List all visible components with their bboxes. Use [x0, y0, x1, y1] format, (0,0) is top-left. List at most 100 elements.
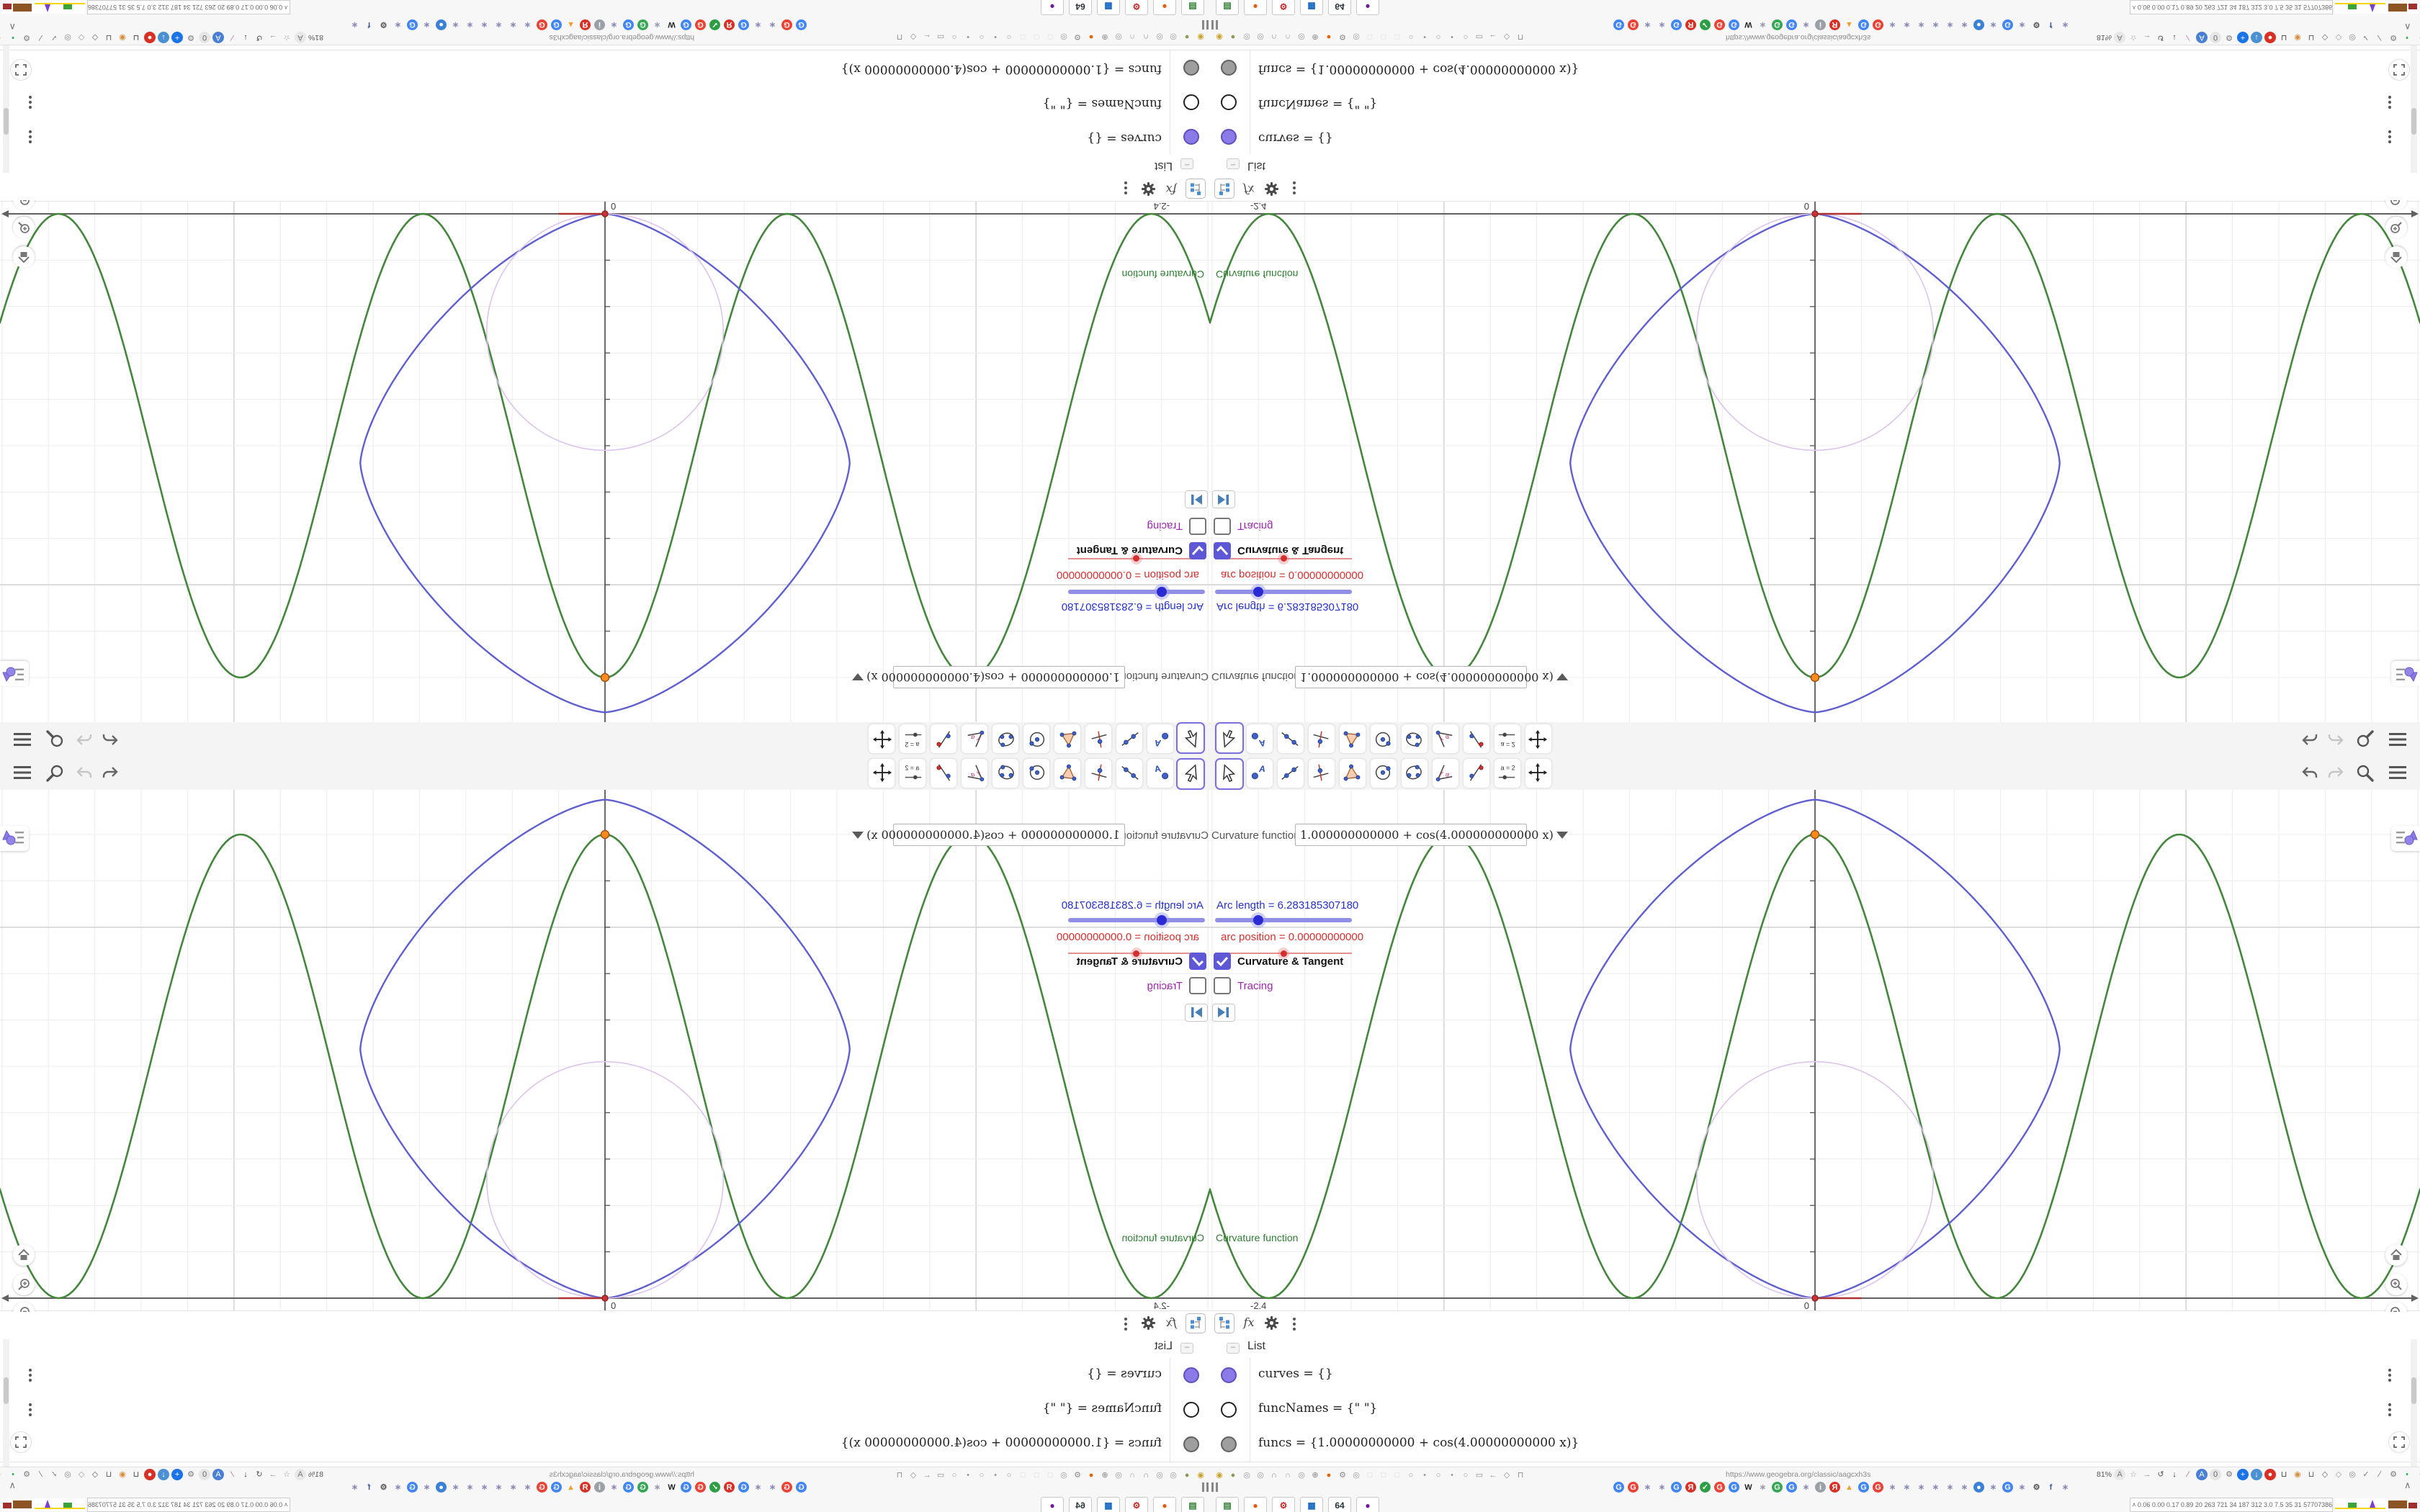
zoom-in-button[interactable] — [2385, 1274, 2407, 1295]
arc-length-slider-thumb[interactable] — [1250, 912, 1266, 928]
shield-icon[interactable]: ◇ — [2319, 1469, 2331, 1480]
ellipse-tool[interactable] — [1401, 758, 1428, 788]
row-menu-icon[interactable] — [2388, 1403, 2391, 1416]
flower-favicon[interactable]: ∗ — [1930, 1482, 1941, 1493]
visibility-toggle[interactable] — [1221, 1436, 1237, 1452]
pencil-icon[interactable]: ∕ — [2182, 1469, 2194, 1480]
pin-icon[interactable]: ◉ — [1214, 1470, 1225, 1481]
flower-favicon[interactable]: ∗ — [2060, 1482, 2071, 1493]
step-animation-button[interactable] — [1212, 1004, 1235, 1022]
flower-favicon[interactable]: ∗ — [1901, 1482, 1912, 1493]
dot-icon[interactable]: ○ — [1460, 1470, 1471, 1481]
back-arrow-icon[interactable]: ← — [1487, 1470, 1499, 1481]
gear-icon[interactable]: ⚙ — [2223, 1469, 2235, 1480]
home-button[interactable] — [2385, 1244, 2407, 1266]
storage-tab[interactable]: 64 — [1328, 1497, 1351, 1512]
globe-icon[interactable]: ◎ — [1350, 1470, 1362, 1481]
tool-icon[interactable]: ∕ — [2374, 1469, 2385, 1480]
google-favicon[interactable]: G — [1729, 1482, 1739, 1493]
scrollbar[interactable] — [2411, 1339, 2417, 1467]
flower-favicon[interactable]: ∗ — [1801, 1482, 1811, 1493]
plus-icon[interactable]: + — [2237, 1469, 2249, 1480]
reload-icon[interactable]: ↺ — [2155, 1469, 2166, 1480]
dot-icon[interactable]: • — [1419, 1470, 1430, 1481]
green-check-favicon[interactable]: ✓ — [1700, 1482, 1711, 1493]
gear-favicon[interactable]: ⚙ — [2031, 1482, 2042, 1493]
counter-pill-icon[interactable]: 0 — [2210, 1469, 2221, 1480]
google-favicon[interactable]: G — [1613, 1482, 1624, 1493]
flower-favicon[interactable]: ∗ — [2017, 1482, 2027, 1493]
fullscreen-button[interactable] — [2388, 1431, 2410, 1453]
dot-icon[interactable]: ○ — [1433, 1470, 1444, 1481]
polygon-tool[interactable] — [1339, 758, 1366, 788]
shield-icon[interactable]: ◇ — [2333, 1469, 2344, 1480]
zoom-level-badge[interactable]: 81% — [2097, 1470, 2112, 1479]
algebra-row-funcs[interactable]: funcs = {1.00000000000 + cos(4.000000000… — [1210, 1427, 2420, 1462]
globe-icon[interactable]: ◎ — [1255, 1470, 1266, 1481]
graphics-view[interactable]: -2.4 0 Curvature function Curvature funct… — [1210, 790, 2420, 1323]
google-favicon[interactable]: G — [1671, 1482, 1682, 1493]
globe-icon[interactable]: ◎ — [1241, 1470, 1252, 1481]
photo-favicon[interactable]: ▲ — [1844, 1482, 1855, 1493]
tree-view-icon[interactable] — [1214, 1313, 1234, 1333]
ghost-icon[interactable]: □ — [1364, 1470, 1376, 1481]
lock-icon[interactable]: ⊓ — [1515, 1470, 1526, 1481]
perpendicular-line-tool[interactable] — [1308, 758, 1335, 788]
google-favicon[interactable]: G — [1772, 1482, 1783, 1493]
more-options-icon[interactable] — [1293, 1318, 1296, 1331]
translate-icon[interactable]: A — [2114, 1469, 2125, 1480]
row-menu-icon[interactable] — [2388, 1369, 2391, 1382]
flower-favicon[interactable]: ∗ — [1642, 1482, 1653, 1493]
google-favicon[interactable]: G — [1858, 1482, 1869, 1493]
facebook-favicon[interactable]: f — [2045, 1482, 2056, 1493]
search-icon[interactable] — [2354, 762, 2375, 783]
notebook-tab[interactable]: ▤ — [1216, 1497, 1239, 1512]
collapse-list-button[interactable]: – — [1227, 1343, 1240, 1354]
function-dropdown[interactable]: 1.000000000000 + cos(4.000000000000 x) — [1295, 824, 1568, 846]
shield-icon[interactable]: ◇ — [1501, 1470, 1512, 1481]
google-favicon[interactable]: G — [1628, 1482, 1639, 1493]
flower-favicon[interactable]: ∗ — [1757, 1482, 1768, 1493]
ghost-icon[interactable]: □ — [1392, 1470, 1403, 1481]
bookmark-star-icon[interactable]: ☆ — [2128, 1469, 2139, 1480]
trash-icon[interactable]: ⊔ — [2278, 1469, 2290, 1480]
dot-icon[interactable]: ○ — [1405, 1470, 1417, 1481]
google-favicon[interactable]: G — [1873, 1482, 1883, 1493]
firefox-icon[interactable]: ● — [1323, 1470, 1335, 1481]
move-tool[interactable] — [1215, 758, 1244, 790]
address-bar-url[interactable]: https://www.geogebra.org/classic/aagcxh3… — [1726, 1470, 1906, 1479]
yandex-favicon[interactable]: Я — [1829, 1482, 1840, 1493]
display-tab[interactable]: ▦ — [1300, 1497, 1323, 1512]
forward-arrow-icon[interactable]: → — [2141, 1469, 2153, 1480]
list-all-tabs-icon[interactable]: ∧ — [2404, 1480, 2411, 1491]
bot-tab[interactable]: ● — [1356, 1497, 1379, 1512]
status-dot-icon[interactable]: • — [2401, 1469, 2413, 1480]
curvature-tangent-checkbox[interactable] — [1214, 953, 1231, 970]
google-favicon[interactable]: G — [1786, 1482, 1797, 1493]
arc-length-slider[interactable] — [1215, 918, 1352, 922]
settings-tab[interactable]: ⚙ — [1272, 1497, 1295, 1512]
gear-icon[interactable]: ⚙ — [1337, 1470, 1348, 1481]
algebra-row-funcnames[interactable]: funcNames = {" "} — [1210, 1392, 2420, 1428]
flower-favicon[interactable]: ∗ — [1657, 1482, 1667, 1493]
globe-icon[interactable]: ◎ — [1296, 1470, 1307, 1481]
wikipedia-favicon[interactable]: W — [1743, 1482, 1754, 1493]
circle-tool[interactable] — [1370, 758, 1397, 788]
redo-button[interactable] — [2325, 762, 2347, 783]
ghost-icon[interactable]: □ — [1378, 1470, 1389, 1481]
visibility-toggle[interactable] — [1221, 1402, 1237, 1418]
reflect-tool[interactable] — [1463, 758, 1490, 788]
tracing-checkbox[interactable] — [1214, 977, 1231, 994]
wrench-icon[interactable]: ⊕ — [1309, 1470, 1321, 1481]
visibility-toggle[interactable] — [1221, 1367, 1237, 1383]
status-dot-icon[interactable]: • — [2415, 1469, 2420, 1480]
folder-icon[interactable]: ▭ — [1474, 1470, 1485, 1481]
translate-blue-icon[interactable]: A — [2196, 1469, 2208, 1480]
addon-icon[interactable]: ● — [1227, 1470, 1239, 1481]
algebra-row-curves[interactable]: curves = {} — [1210, 1358, 2420, 1393]
gear-icon[interactable] — [1262, 1313, 1282, 1333]
like-icon[interactable]: ✓ — [2360, 1469, 2372, 1480]
globe-icon[interactable]: ◎ — [2347, 1469, 2358, 1480]
point-tool[interactable]: A — [1246, 758, 1273, 788]
google-favicon[interactable]: G — [1714, 1482, 1725, 1493]
